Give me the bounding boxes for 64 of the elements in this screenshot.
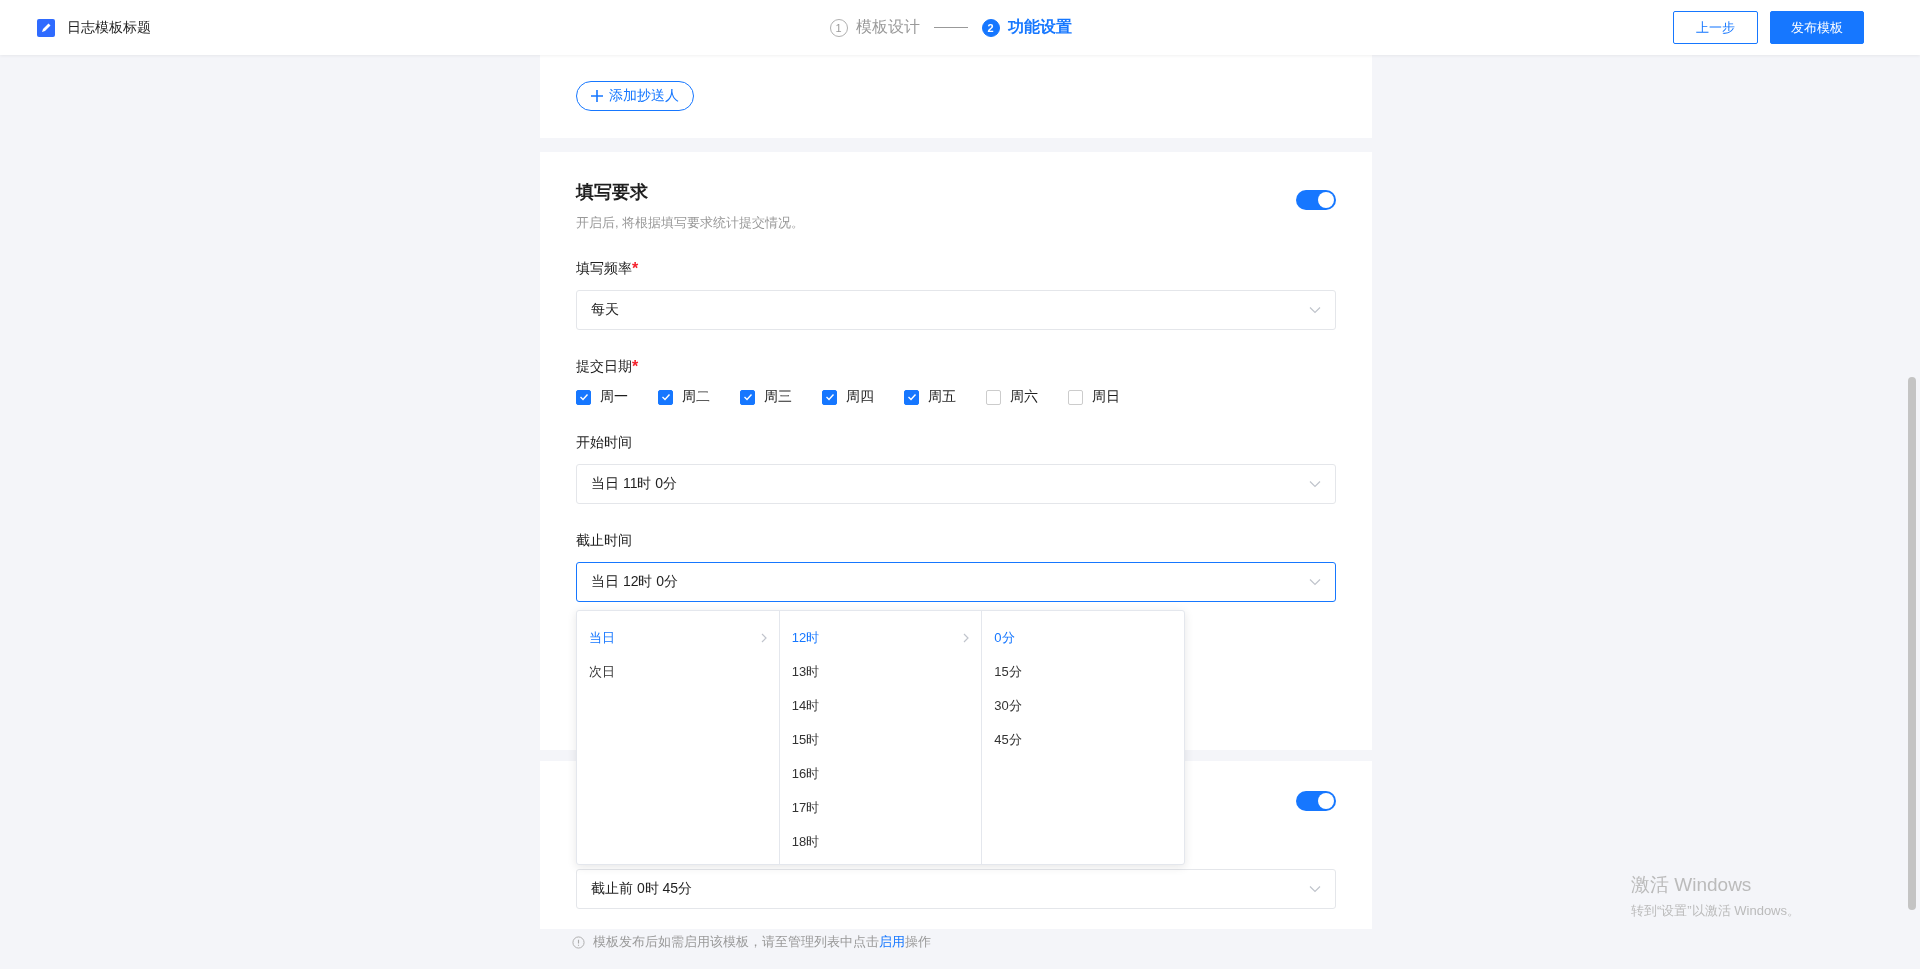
dropdown-option[interactable]: 15分 [982, 655, 1184, 689]
checkbox-label: 周日 [1092, 388, 1120, 406]
checkbox[interactable] [740, 389, 755, 405]
dropdown-option[interactable]: 12时 [779, 621, 982, 655]
hint-text: 模板发布后如需启用该模板，请至管理列表中点击启用操作 [593, 933, 931, 951]
pencil-icon [37, 18, 55, 37]
checkmark-icon [660, 392, 671, 402]
dropdown-option[interactable]: 30分 [982, 689, 1184, 723]
dropdown-option[interactable]: 13时 [779, 655, 982, 689]
section-title: 填写要求 [576, 181, 649, 204]
field-label: 开始时间 [576, 434, 632, 452]
select-field[interactable]: 每天 [576, 290, 1336, 330]
activation-text: 转到“设置”以激活 Windows。 [1631, 902, 1800, 920]
publish-button[interactable]: 发布模板 [1770, 11, 1864, 44]
checkbox-label: 周一 [600, 388, 628, 406]
chevron-down-icon [1309, 885, 1321, 893]
dropdown-option[interactable]: 14时 [779, 689, 982, 723]
section-description: 开启后, 将根据填写要求统计提交情况。 [576, 214, 805, 232]
checkmark-icon [578, 392, 589, 402]
dropdown-option[interactable]: 16时 [779, 757, 982, 791]
dropdown-option[interactable]: 17时 [779, 791, 982, 825]
activation-title: 激活 Windows [1631, 873, 1753, 897]
toggle-switch[interactable] [1296, 791, 1336, 811]
checkbox-label: 周四 [846, 388, 874, 406]
checkbox[interactable] [1068, 389, 1083, 405]
field-label: 截止时间 [576, 532, 632, 550]
field-label: 填写频率 [576, 260, 632, 278]
add-cc-button[interactable]: 添加抄送人 [576, 81, 694, 111]
step-number: 2 [981, 18, 1000, 37]
checkbox[interactable] [986, 389, 1001, 405]
checkbox[interactable] [822, 389, 837, 405]
scrollbar-thumb[interactable] [1908, 377, 1916, 910]
checkmark-icon [906, 392, 917, 402]
checkbox[interactable] [576, 389, 591, 405]
dropdown-option[interactable]: 15时 [779, 723, 982, 757]
dropdown-option[interactable]: 18时 [779, 825, 982, 859]
checkmark-icon [742, 392, 753, 402]
chevron-down-icon [1309, 578, 1321, 586]
template-title: 日志模板标题 [67, 18, 151, 37]
dropdown-option[interactable]: 当日 [577, 621, 779, 655]
toggle-switch[interactable] [1296, 190, 1336, 210]
select-field[interactable]: 当日 11时 0分 [576, 464, 1336, 504]
checkmark-icon [824, 392, 835, 402]
checkbox-label: 周二 [682, 388, 710, 406]
info-icon [572, 935, 585, 949]
chevron-down-icon [1309, 480, 1321, 488]
dropdown-option[interactable]: 次日 [577, 655, 779, 689]
select-field[interactable]: 当日 12时 0分 [576, 562, 1336, 602]
plus-icon [591, 90, 603, 102]
checkbox-label: 周三 [764, 388, 792, 406]
select-field[interactable]: 截止前 0时 45分 [576, 869, 1336, 909]
checkbox[interactable] [904, 389, 919, 405]
back-button[interactable]: 上一步 [1673, 11, 1758, 44]
required-mark: * [632, 358, 639, 376]
checkbox[interactable] [658, 389, 673, 405]
chevron-down-icon [1309, 306, 1321, 314]
dropdown-option[interactable]: 0分 [982, 621, 1184, 655]
required-mark: * [632, 260, 639, 278]
checkbox-label: 周六 [1010, 388, 1038, 406]
dropdown-option[interactable]: 45分 [982, 723, 1184, 757]
step-label[interactable]: 功能设置 [1007, 17, 1072, 38]
field-label: 提交日期 [576, 358, 632, 376]
enable-link[interactable]: 启用 [879, 934, 905, 949]
checkbox-label: 周五 [928, 388, 956, 406]
